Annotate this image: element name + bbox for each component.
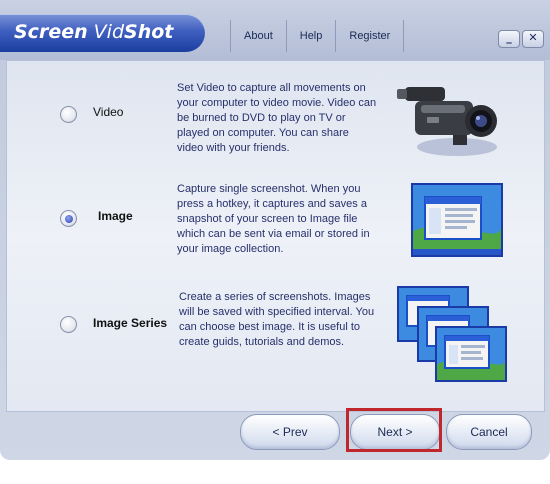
option-video-label: Video — [93, 105, 124, 119]
app-logo: Screen VidShot — [0, 14, 205, 52]
cancel-button[interactable]: Cancel — [446, 414, 532, 450]
menu-help[interactable]: Help — [285, 20, 336, 52]
radio-image[interactable] — [60, 210, 77, 227]
option-image-description: Capture single screenshot. When you pres… — [177, 183, 370, 255]
screenshot-series-icon — [397, 286, 507, 382]
option-image: Image Capture single screenshot. When yo… — [7, 181, 544, 281]
close-button[interactable]: ✕ — [522, 30, 544, 48]
radio-video[interactable] — [60, 106, 77, 123]
prev-button[interactable]: < Prev — [240, 414, 340, 450]
menu-register[interactable]: Register — [335, 20, 405, 52]
option-video: Video Set Video to capture all movements… — [7, 79, 544, 179]
app-window: Screen VidShot About Help Register _ ✕ V… — [0, 0, 550, 460]
menu-about[interactable]: About — [230, 20, 286, 52]
options-panel: Video Set Video to capture all movements… — [6, 60, 545, 412]
minimize-button[interactable]: _ — [498, 30, 520, 48]
logo-text-vid: Vid — [93, 21, 125, 43]
next-button-highlight — [346, 408, 442, 452]
option-image-series: Image Series Create a series of screensh… — [7, 286, 544, 396]
logo-text-shot: Shot — [124, 21, 174, 43]
option-image-label: Image — [98, 209, 133, 223]
option-image-series-description: Create a series of screenshots. Images w… — [179, 291, 375, 348]
title-bar: Screen VidShot About Help Register _ ✕ — [0, 0, 550, 60]
screenshot-icon — [411, 183, 503, 257]
option-video-description: Set Video to capture all movements on yo… — [177, 82, 377, 154]
logo-text-screen: Screen — [14, 21, 88, 43]
top-menu: About Help Register — [230, 20, 405, 52]
camcorder-icon — [397, 87, 497, 156]
radio-image-series[interactable] — [60, 316, 77, 333]
option-image-series-label: Image Series — [93, 316, 168, 330]
